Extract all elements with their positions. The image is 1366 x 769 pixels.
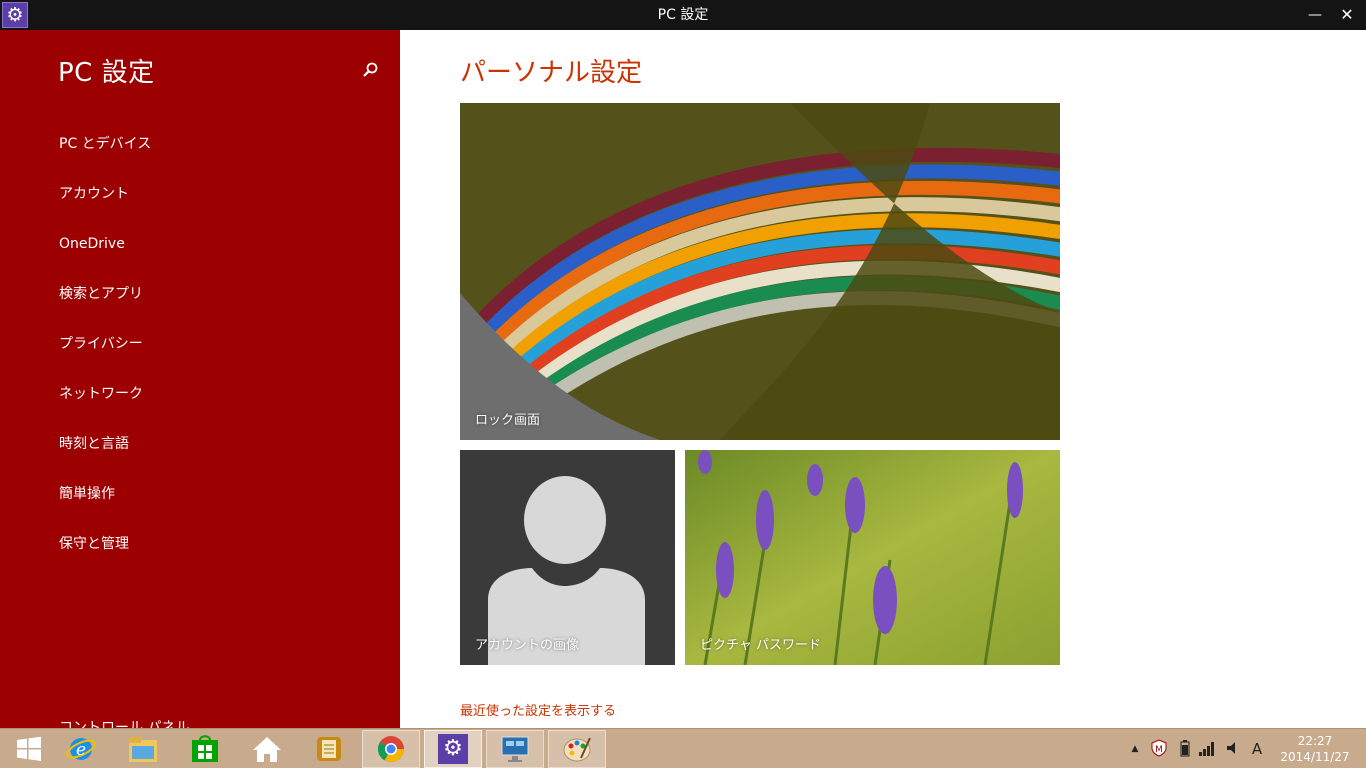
signal-strength-icon[interactable]	[1198, 739, 1216, 759]
paint-button[interactable]	[548, 730, 606, 768]
taskbar: e ⚙ ▲ M A 22:27 2014/11/27	[0, 728, 1366, 768]
sidebar-item-network[interactable]: ネットワーク	[59, 382, 143, 406]
sidebar-item-update-recovery[interactable]: 保守と管理	[59, 532, 129, 556]
lock-screen-label: ロック画面	[475, 413, 541, 428]
main-content: パーソナル設定 ロック画面 アカウントの画像 ピクチャ パスワード 最近使った設…	[400, 30, 1366, 728]
account-picture-label: アカウントの画像	[475, 638, 580, 653]
paint-icon	[563, 737, 591, 762]
ime-indicator[interactable]: A	[1248, 739, 1266, 759]
search-icon[interactable]	[358, 58, 382, 82]
sidebar-item-account[interactable]: アカウント	[59, 182, 129, 206]
ie-icon: e	[66, 738, 96, 760]
show-hidden-icons-chevron-icon[interactable]: ▲	[1126, 739, 1144, 759]
security-shield-icon[interactable]: M	[1150, 739, 1168, 759]
lock-screen-tile[interactable]: ロック画面	[460, 103, 1060, 440]
notes-button[interactable]	[300, 730, 358, 768]
user-avatar-icon	[488, 476, 645, 665]
page-title: パーソナル設定	[460, 58, 643, 88]
store-icon	[192, 735, 218, 762]
sidebar-item-time-language[interactable]: 時刻と言語	[59, 432, 129, 456]
settings-icon: ⚙	[438, 734, 468, 764]
settings-button[interactable]: ⚙	[424, 730, 482, 768]
home-button[interactable]	[238, 730, 296, 768]
account-picture-tile[interactable]: アカウントの画像	[460, 450, 675, 665]
clock-date: 2014/11/27	[1280, 750, 1350, 764]
recent-settings-link[interactable]: 最近使った設定を表示する	[460, 700, 616, 719]
sidebar-item-onedrive[interactable]: OneDrive	[59, 232, 125, 256]
chrome-button[interactable]	[362, 730, 420, 768]
window-title: PC 設定	[657, 7, 709, 23]
sidebar-item-search-apps[interactable]: 検索とアプリ	[59, 282, 143, 306]
lavender-image	[685, 450, 1060, 665]
start-button[interactable]	[0, 730, 58, 768]
sidebar-item-ease-of-access[interactable]: 簡単操作	[59, 482, 115, 506]
title-bar: ⚙ PC 設定 — ✕	[0, 0, 1366, 30]
close-button[interactable]: ✕	[1334, 0, 1360, 30]
chrome-icon	[377, 736, 405, 763]
minimize-button[interactable]: —	[1302, 0, 1328, 30]
remote-desktop-icon	[501, 736, 529, 762]
sidebar-item-pc-devices[interactable]: PC とデバイス	[59, 132, 151, 156]
picture-password-tile[interactable]: ピクチャ パスワード	[685, 450, 1060, 665]
clock[interactable]: 22:27 2014/11/27	[1270, 733, 1360, 765]
store-button[interactable]	[176, 730, 234, 768]
clock-time: 22:27	[1297, 734, 1333, 748]
file-explorer-icon	[129, 737, 157, 762]
svg-text:M: M	[1155, 745, 1163, 755]
ie-button[interactable]: e	[52, 730, 110, 768]
svg-text:e: e	[76, 740, 86, 760]
sidebar-title: PC 設定	[58, 58, 155, 88]
lock-screen-image	[460, 103, 1060, 440]
sidebar-item-privacy[interactable]: プライバシー	[59, 332, 143, 356]
volume-icon[interactable]	[1224, 739, 1242, 759]
start-icon	[17, 736, 41, 761]
file-explorer-button[interactable]	[114, 730, 172, 768]
home-icon	[253, 737, 281, 762]
notes-icon	[317, 737, 341, 761]
picture-password-label: ピクチャ パスワード	[700, 638, 822, 653]
battery-icon[interactable]	[1176, 739, 1194, 759]
sidebar: PC 設定 PC とデバイス アカウント OneDrive 検索とアプリ プライ…	[0, 30, 400, 736]
remote-desktop-button[interactable]	[486, 730, 544, 768]
